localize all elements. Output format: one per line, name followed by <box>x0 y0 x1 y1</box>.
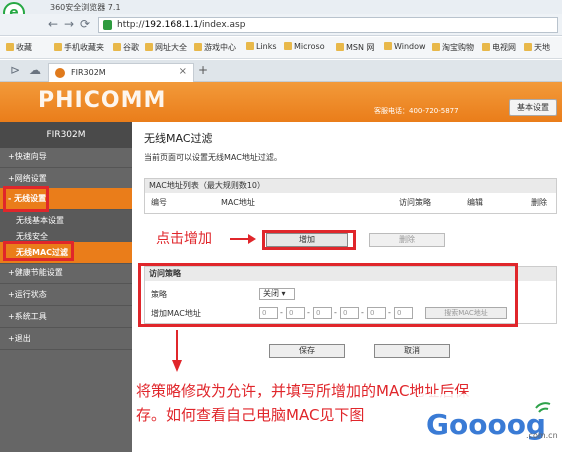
highlight-wireless-settings <box>3 186 49 212</box>
folder-icon <box>432 43 440 51</box>
folder-icon <box>54 43 62 51</box>
mac-list-title: MAC地址列表（最大规则数10） <box>145 179 556 193</box>
bookmark-item[interactable]: 谷歌 <box>113 42 139 53</box>
hotline-text: 客服电话：400-720-5877 <box>374 107 459 115</box>
sidebar-item-logout[interactable]: +退出 <box>0 328 132 350</box>
globe-icon <box>145 43 153 51</box>
folder-icon <box>482 43 490 51</box>
new-tab-icon[interactable]: + <box>198 63 208 77</box>
star-icon <box>6 43 14 51</box>
column-header: 访问策略 <box>399 198 431 207</box>
bookmark-item[interactable]: MSN 网 <box>336 42 375 53</box>
bookmark-item[interactable]: 淘宝购物 <box>432 42 474 53</box>
delete-button[interactable]: 删除 <box>369 233 445 247</box>
cloud-icon[interactable]: ☁ <box>28 63 42 77</box>
url-host: 192.168.1.1 <box>144 20 199 30</box>
browser-title-bar: e 360安全浏览器 7.1 <box>0 0 562 24</box>
highlight-add-button <box>262 230 356 250</box>
close-icon[interactable]: × <box>179 66 187 77</box>
page-title: 无线MAC过滤 <box>144 132 213 145</box>
sidebar-item-health[interactable]: +健康节能设置 <box>0 262 132 284</box>
brand-logo: PHICOMM <box>38 88 167 113</box>
column-header: 编辑 <box>467 198 483 207</box>
url-text: http://192.168.1.1/index.asp <box>117 20 245 30</box>
bookmark-item[interactable]: 网址大全 <box>145 42 187 53</box>
bookmark-item[interactable]: 手机收藏夹 <box>54 42 104 53</box>
arrow-right-icon <box>230 234 256 244</box>
folder-icon <box>284 42 292 50</box>
url-path: /index.asp <box>198 20 246 30</box>
back-icon[interactable]: ← <box>46 17 60 31</box>
page-description: 当前页面可以设置无线MAC地址过滤。 <box>144 153 282 162</box>
forward-icon[interactable]: → <box>62 17 76 31</box>
tab-title: FIR302M <box>71 68 106 77</box>
bookmark-item[interactable]: 天地 <box>524 42 550 53</box>
folder-icon <box>113 43 121 51</box>
highlight-policy-section <box>138 263 518 327</box>
watermark-logo: Goooog .com.cn <box>418 394 562 452</box>
bookmark-item[interactable]: 电视网 <box>482 42 516 53</box>
click-add-annotation: 点击增加 <box>156 231 212 247</box>
sidebar-item-quick-wizard[interactable]: +快速向导 <box>0 146 132 168</box>
site-favicon-icon <box>55 68 65 78</box>
bookmark-item[interactable]: Window <box>384 42 426 51</box>
bookmark-item[interactable]: Microso <box>284 42 325 51</box>
refresh-icon[interactable]: ⟳ <box>78 17 92 31</box>
column-header: 编号 <box>151 198 167 207</box>
browser-app-title: 360安全浏览器 7.1 <box>50 3 121 12</box>
bookmark-item[interactable]: 游戏中心 <box>194 42 236 53</box>
tab-bar: ⊳ ☁ FIR302M × + <box>0 60 562 82</box>
router-header: PHICOMM 客服电话：400-720-5877 基本设置 <box>0 82 562 122</box>
bookmark-item[interactable]: 收藏 <box>6 42 32 53</box>
save-button[interactable]: 保存 <box>269 344 345 358</box>
secure-shield-icon <box>103 20 112 30</box>
instruction-line-2: 存。如何查看自己电脑MAC见下图 <box>136 406 365 424</box>
router-sidebar: FIR302M +快速向导 +网络设置 - 无线设置 无线基本设置 无线安全 无… <box>0 122 132 452</box>
bookmark-item[interactable]: Links <box>246 42 277 51</box>
url-prefix: http:// <box>117 20 145 30</box>
sidebar-toggle-icon[interactable]: ⊳ <box>8 63 22 77</box>
basic-settings-button[interactable]: 基本设置 <box>509 99 557 116</box>
folder-icon <box>524 43 532 51</box>
tab-active[interactable]: FIR302M × <box>48 63 194 82</box>
column-header: 删除 <box>531 198 547 207</box>
column-header: MAC地址 <box>221 198 255 207</box>
address-bar[interactable]: http://192.168.1.1/index.asp <box>98 17 558 33</box>
cancel-button[interactable]: 取消 <box>374 344 450 358</box>
folder-icon <box>384 42 392 50</box>
sidebar-model: FIR302M <box>0 122 132 148</box>
highlight-wireless-mac <box>3 241 74 261</box>
bookmarks-bar: 收藏 手机收藏夹 谷歌 网址大全 游戏中心 Links Microso MSN … <box>0 37 562 59</box>
mac-list-table: MAC地址列表（最大规则数10） 编号 MAC地址 访问策略 编辑 删除 <box>144 178 557 214</box>
folder-icon <box>336 43 344 51</box>
sidebar-item-system[interactable]: +系统工具 <box>0 306 132 328</box>
sidebar-item-status[interactable]: +运行状态 <box>0 284 132 306</box>
watermark-domain: .com.cn <box>526 431 558 440</box>
arrow-down-icon <box>172 330 182 372</box>
browser-nav-bar: ← → ⟳ http://192.168.1.1/index.asp <box>0 14 562 36</box>
gamepad-icon <box>194 43 202 51</box>
folder-icon <box>246 42 254 50</box>
